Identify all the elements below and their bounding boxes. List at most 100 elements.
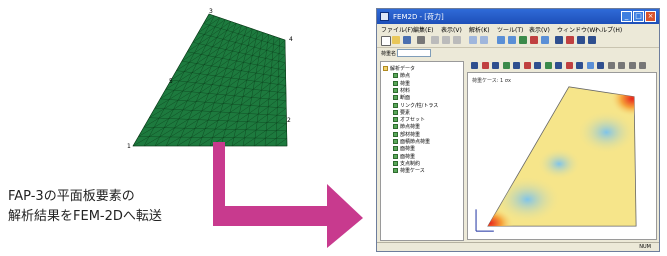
node-label-3: 3 — [209, 8, 213, 15]
view-tool-icon[interactable] — [555, 62, 562, 69]
view-tool-icon[interactable] — [471, 62, 478, 69]
tree-item[interactable]: リンク/柱/トラス — [393, 102, 439, 109]
tree-item[interactable]: 材料 — [393, 87, 410, 94]
redo-icon[interactable] — [480, 36, 488, 44]
view-tool-icon[interactable] — [534, 62, 541, 69]
tree-item[interactable]: 面積節点荷重 — [393, 139, 430, 145]
data-tree: 解析データ 節点 荷重 材料 断面 リンク/柱/トラス 要素 オフセット 節点荷重 部材荷重 面積節… — [380, 61, 464, 241]
tree-item-label: 部材荷重 — [400, 131, 421, 138]
data-icon — [393, 109, 398, 115]
menu-analysis[interactable]: 解析(K) — [469, 25, 490, 34]
data-icon — [393, 95, 398, 101]
copy-icon[interactable] — [442, 36, 450, 44]
data-icon — [393, 102, 398, 108]
node-label-4: 4 — [289, 36, 293, 43]
data-icon — [393, 117, 398, 123]
caption-line-2: 解析結果をFEM-2Dへ転送 — [8, 209, 162, 224]
tree-item[interactable]: オフセット — [393, 117, 425, 123]
maximize-button[interactable]: □ — [633, 11, 644, 22]
tree-item-label: 荷重 — [400, 80, 411, 87]
view-tool-icon[interactable] — [607, 62, 615, 69]
view-tool-icon[interactable] — [639, 62, 646, 69]
view-tool-icon[interactable] — [586, 62, 594, 69]
tree-item-label: 解析データ — [390, 66, 416, 72]
print-icon[interactable] — [417, 36, 425, 44]
menu-view[interactable]: 表示(V) — [441, 25, 462, 34]
transfer-arrow-shape — [213, 142, 363, 248]
help-icon[interactable] — [588, 36, 596, 44]
tree-item[interactable]: 要素 — [393, 109, 410, 116]
open-icon[interactable] — [392, 36, 400, 44]
cut-icon[interactable] — [431, 36, 439, 44]
node-label-2: 2 — [287, 117, 291, 124]
menu-help[interactable]: ヘルプ(H) — [595, 25, 622, 34]
tree-item[interactable]: 荷重ケース — [393, 168, 425, 174]
tree-item-label: 面荷重 — [400, 146, 416, 153]
fap3-mesh — [132, 13, 288, 147]
menu-display[interactable]: 表示(V) — [529, 25, 550, 34]
run-icon[interactable] — [555, 36, 563, 44]
undo-icon[interactable] — [469, 36, 477, 44]
data-icon — [393, 87, 398, 93]
menu-window[interactable]: ウィンドウ(W) — [557, 25, 598, 34]
view-tool-icon[interactable] — [481, 62, 489, 69]
result-icon[interactable] — [566, 36, 574, 44]
app-icon — [380, 12, 389, 21]
view-tool-icon[interactable] — [502, 62, 510, 69]
minimize-button[interactable]: _ — [621, 11, 632, 22]
status-text: NUM — [639, 244, 651, 250]
tree-item-label: 面積節点荷重 — [400, 139, 431, 145]
result-canvas[interactable]: 荷重ケース: 1 σx — [467, 72, 657, 240]
paste-icon[interactable] — [453, 36, 461, 44]
tree-item-label: 支点制約 — [400, 160, 421, 167]
pointer-icon[interactable] — [577, 36, 585, 44]
load-icon[interactable] — [530, 36, 538, 44]
view-tool-icon[interactable] — [492, 62, 499, 69]
save-icon[interactable] — [403, 36, 411, 44]
view-tool-icon[interactable] — [597, 62, 604, 69]
new-icon[interactable] — [381, 36, 391, 46]
window-title: FEM2D - [荷力] — [393, 13, 444, 21]
menu-file[interactable]: ファイル(F) — [381, 25, 413, 34]
node-label-5: 5 — [169, 78, 173, 85]
tree-item-label: 断面 — [400, 95, 411, 102]
view-tool-icon[interactable] — [523, 62, 531, 69]
load-case-select[interactable] — [397, 49, 431, 57]
tree-item[interactable]: 断面 — [393, 95, 410, 101]
tree-item-label: オフセット — [400, 117, 426, 124]
close-button[interactable]: × — [645, 11, 656, 22]
view-toolbar — [467, 61, 657, 71]
mesh-icon[interactable] — [519, 36, 527, 44]
menu-tools[interactable]: ツール(T) — [497, 25, 523, 34]
view-tool-icon[interactable] — [513, 62, 520, 69]
transfer-caption: FAP-3の平面板要素の 解析結果をFEM-2Dへ転送 — [8, 187, 228, 227]
view-tool-icon[interactable] — [618, 62, 625, 69]
tree-item[interactable]: 節点 — [393, 73, 410, 79]
load-case-label: 荷重名 — [381, 51, 397, 57]
view-icon[interactable] — [497, 36, 505, 44]
fap3-mesh-panel: 1 2 3 4 5 — [127, 8, 293, 150]
view-tool-icon[interactable] — [628, 62, 636, 69]
main-toolbar — [377, 34, 659, 48]
tree-item[interactable]: 節点荷重 — [393, 124, 420, 130]
menu-edit[interactable]: 編集(E) — [413, 25, 433, 34]
data-icon — [393, 146, 398, 152]
contour-plot — [475, 86, 637, 232]
data-icon — [393, 80, 398, 86]
view-tool-icon[interactable] — [544, 62, 552, 69]
tree-item-label: 節点荷重 — [400, 124, 421, 131]
view-tool-icon[interactable] — [576, 62, 583, 69]
tree-item[interactable]: 部材荷重 — [393, 131, 421, 138]
tree-item[interactable]: 荷重 — [393, 80, 411, 87]
tree-item[interactable]: 面荷重 — [393, 153, 415, 160]
view-tool-icon[interactable] — [565, 62, 573, 69]
support-icon[interactable] — [541, 36, 549, 44]
grid-icon[interactable] — [508, 36, 516, 44]
tree-item[interactable]: 面荷重 — [393, 146, 415, 152]
tree-item[interactable]: 支点制約 — [393, 160, 421, 167]
tree-item[interactable]: 解析データ — [383, 66, 415, 72]
tree-item-label: 荷重ケース — [400, 168, 425, 175]
data-icon — [393, 153, 398, 159]
fem2d-window: FEM2D - [荷力] _ □ × ファイル(F) 編集(E) 表示(V) 解… — [376, 8, 660, 252]
tree-item-label: リンク/柱/トラス — [400, 102, 439, 109]
